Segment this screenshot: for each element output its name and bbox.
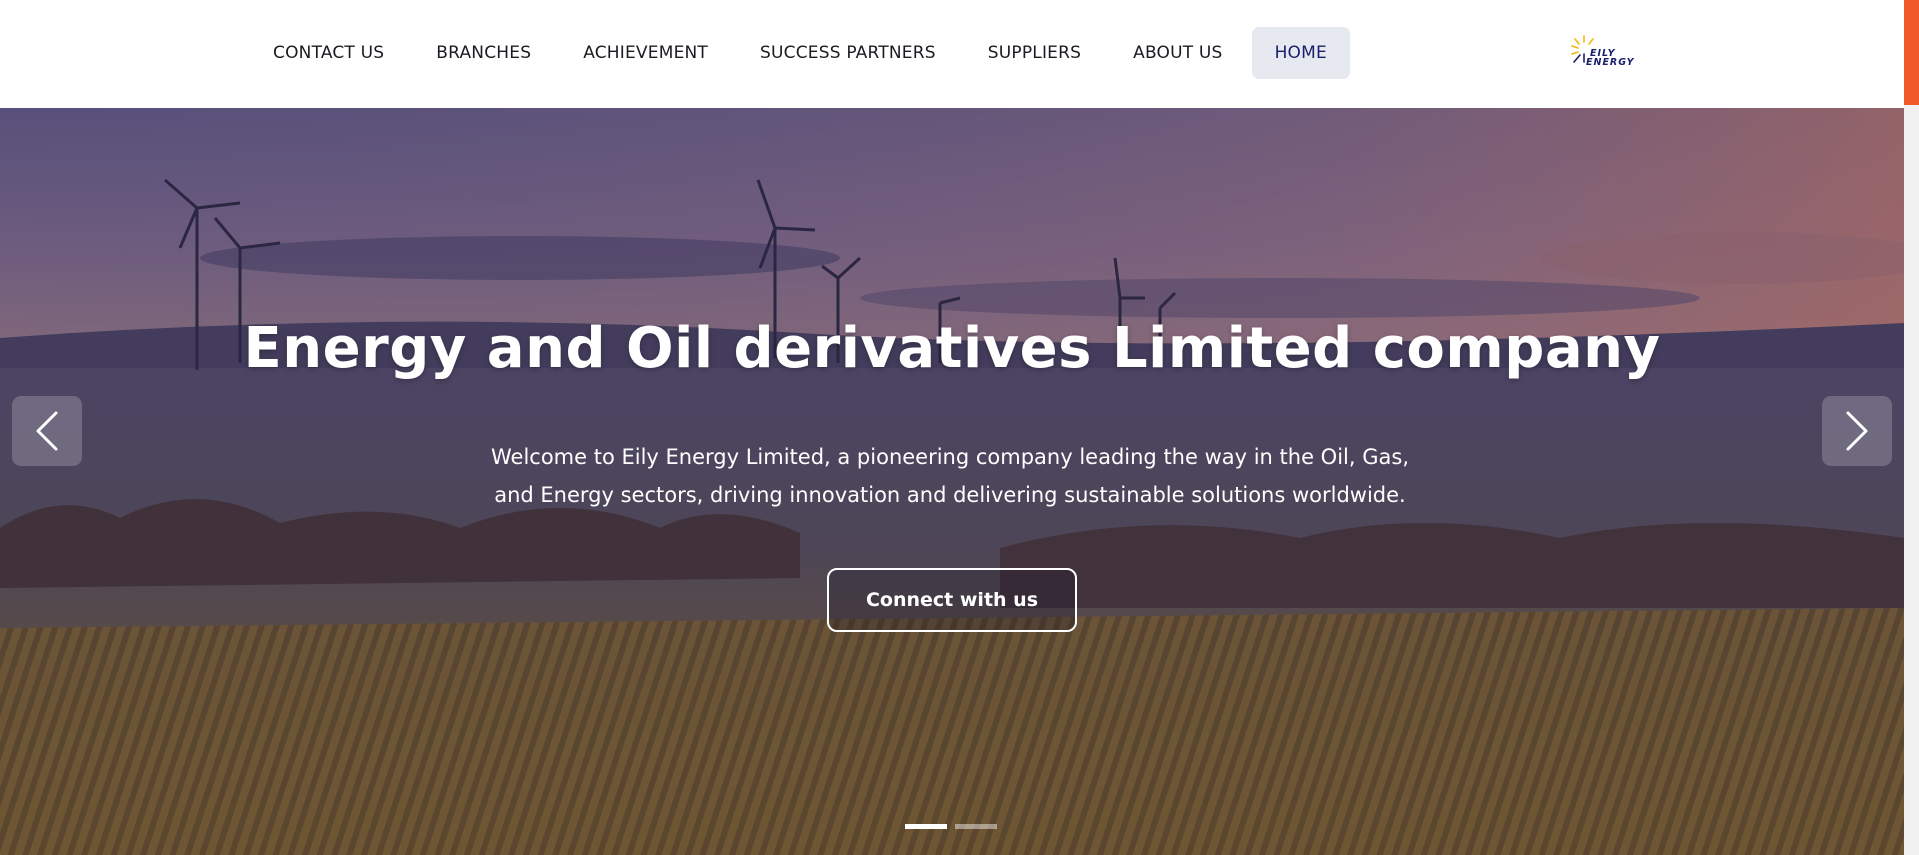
carousel-indicator-1[interactable] [905,824,947,829]
nav-item-contact-us[interactable]: CONTACT US [250,27,407,79]
nav-item-achievement[interactable]: ACHIEVEMENT [560,27,731,79]
brand-logo[interactable]: EILY ENERGY [1562,32,1662,76]
connect-with-us-button[interactable]: Connect with us [827,568,1077,632]
sun-burst-icon: EILY ENERGY [1571,35,1635,68]
hero-description-line-2: and Energy sectors, driving innovation a… [494,483,1406,507]
carousel-prev-button[interactable] [12,396,82,466]
chevron-right-icon [1846,411,1868,451]
nav-item-suppliers[interactable]: SUPPLIERS [965,27,1104,79]
site-header: CONTACT US BRANCHES ACHIEVEMENT SUCCESS … [0,0,1904,108]
carousel-indicator-2[interactable] [955,824,997,829]
nav-item-home[interactable]: HOME [1251,27,1350,79]
carousel-indicators [905,824,997,829]
hero-description: Welcome to Eily Energy Limited, a pionee… [490,438,1410,514]
nav-item-success-partners[interactable]: SUCCESS PARTNERS [737,27,959,79]
nav-item-branches[interactable]: BRANCHES [413,27,554,79]
chevron-left-icon [36,411,58,451]
main-nav: CONTACT US BRANCHES ACHIEVEMENT SUCCESS … [250,27,1350,79]
hero-carousel: Energy and Oil derivatives Limited compa… [0,108,1904,855]
hero-description-line-1: Welcome to Eily Energy Limited, a pionee… [491,445,1409,469]
nav-item-about-us[interactable]: ABOUT US [1110,27,1245,79]
scrollbar-track[interactable] [1904,105,1919,855]
hero-title: Energy and Oil derivatives Limited compa… [243,316,1661,381]
logo-text-energy: ENERGY [1586,57,1635,68]
page: CONTACT US BRANCHES ACHIEVEMENT SUCCESS … [0,0,1919,855]
carousel-next-button[interactable] [1822,396,1892,466]
scroll-accent-bar [1904,0,1919,105]
